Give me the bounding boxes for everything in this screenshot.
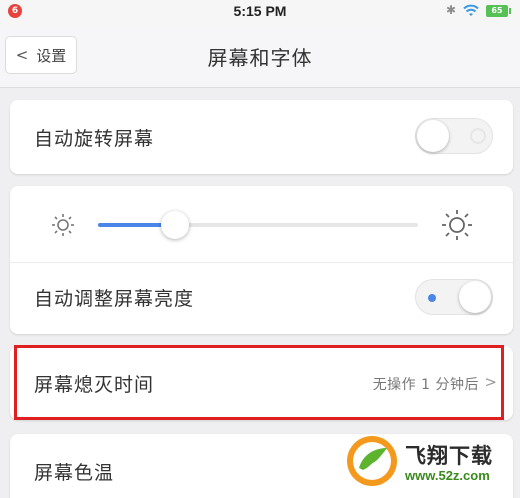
auto-brightness-toggle[interactable] [415, 279, 493, 315]
brightness-slider-thumb[interactable] [160, 211, 189, 239]
toggle-knob [417, 120, 449, 152]
wifi-icon [463, 4, 479, 16]
auto-brightness-label: 自动调整屏幕亮度 [34, 288, 195, 310]
battery-icon: 65 [486, 5, 511, 17]
brightness-low-icon [52, 214, 74, 236]
auto-rotate-card: 自动旋转屏幕 [10, 100, 513, 174]
nav-bar: < 设置 屏幕和字体 [0, 26, 520, 88]
watermark-title: 飞翔下载 [405, 444, 493, 468]
brightness-card: 自动调整屏幕亮度 [10, 186, 513, 334]
auto-rotate-toggle[interactable] [415, 118, 493, 154]
auto-rotate-label: 自动旋转屏幕 [34, 128, 155, 150]
toggle-on-dot [428, 294, 436, 302]
page-title: 屏幕和字体 [207, 46, 313, 70]
status-bar: 6 5:15 PM ✱ 65 [0, 0, 520, 26]
brightness-high-icon [442, 210, 472, 240]
status-time: 5:15 PM [233, 3, 287, 19]
toggle-knob [459, 281, 491, 313]
divider [10, 262, 513, 263]
color-temp-label: 屏幕色温 [34, 462, 115, 484]
toggle-off-mark [470, 128, 486, 144]
highlight-box [14, 345, 504, 420]
bluetooth-icon: ✱ [446, 3, 457, 17]
brightness-slider[interactable] [98, 211, 418, 239]
watermark-url: www.52z.com [405, 468, 490, 483]
watermark-logo-icon [347, 436, 397, 486]
